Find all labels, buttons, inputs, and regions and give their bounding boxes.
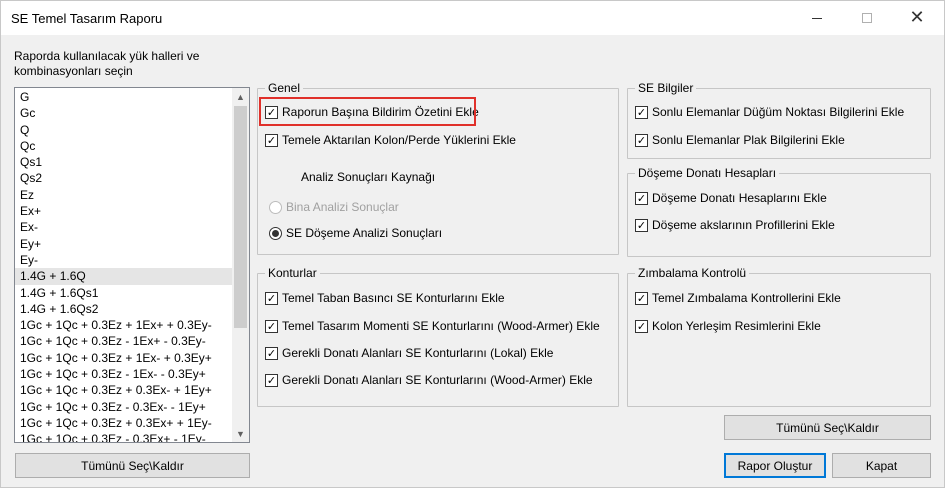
close-icon: ✕ [909,7,925,28]
opt-fe-node-info[interactable]: ✓ Sonlu Elemanlar Düğüm Noktası Bilgiler… [635,105,904,119]
opt-punching-checks-label: Temel Zımbalama Kontrollerini Ekle [652,291,841,305]
opt-fe-plate-info-label: Sonlu Elemanlar Plak Bilgilerini Ekle [652,133,845,147]
opt-base-pressure-contours-label: Temel Taban Basıncı SE Konturlarını Ekle [282,291,505,305]
scroll-up-icon[interactable]: ▲ [232,88,249,105]
list-item[interactable]: G [15,89,232,105]
list-item[interactable]: Ey+ [15,236,232,252]
load-cases-caption: Raporda kullanılacak yük halleri ve komb… [14,49,200,78]
checkbox-icon[interactable]: ✓ [635,218,648,232]
select-all-right-button[interactable]: Tümünü Seç\Kaldır [724,415,931,440]
radio-icon [269,200,282,214]
se-bilgiler-group: SE Bilgiler [627,81,931,159]
list-item[interactable]: Qs2 [15,170,232,186]
checkbox-icon[interactable]: ✓ [635,105,648,119]
checkbox-icon[interactable]: ✓ [635,133,648,147]
minimize-icon [812,17,822,19]
opt-rebar-local-contours-label: Gerekli Donatı Alanları SE Konturlarını … [282,346,554,360]
list-item[interactable]: 1.4G + 1.6Q [15,268,232,285]
list-item[interactable]: Qs1 [15,154,232,170]
radio-se-slab-analysis[interactable]: SE Döşeme Analizi Sonuçları [269,226,442,240]
list-item[interactable]: 1Gc + 1Qc + 0.3Ez - 1Ex- - 0.3Ey+ [15,366,232,382]
checkbox-icon[interactable]: ✓ [635,191,648,205]
list-item[interactable]: 1Gc + 1Qc + 0.3Ez + 1Ex+ + 0.3Ey- [15,317,232,333]
list-item[interactable]: 1Gc + 1Qc + 0.3Ez + 1Ex- + 0.3Ey+ [15,350,232,366]
checkbox-icon[interactable]: ✓ [265,291,278,305]
list-item[interactable]: Gc [15,105,232,121]
select-all-left-button[interactable]: Tümünü Seç\Kaldır [15,453,250,478]
analysis-source-label: Analiz Sonuçları Kaynağı [301,170,436,184]
opt-fe-node-info-label: Sonlu Elemanlar Düğüm Noktası Bilgilerin… [652,105,905,119]
opt-design-moment-contours-label: Temel Tasarım Momenti SE Konturlarını (W… [282,319,600,333]
list-item[interactable]: Q [15,122,232,138]
radio-icon[interactable] [269,226,282,240]
opt-rebar-woodarmer-contours[interactable]: ✓ Gerekli Donatı Alanları SE Konturların… [265,373,593,387]
opt-rebar-woodarmer-contours-label: Gerekli Donatı Alanları SE Konturlarını … [282,373,593,387]
maximize-icon [862,13,872,23]
list-item[interactable]: Ey- [15,252,232,268]
scroll-thumb[interactable] [234,106,247,328]
checkbox-icon[interactable]: ✓ [635,319,648,333]
radio-building-analysis: Bina Analizi Sonuçlar [269,200,399,214]
list-item[interactable]: 1Gc + 1Qc + 0.3Ez + 0.3Ex- + 1Ey+ [15,382,232,398]
minimize-button[interactable] [794,1,840,35]
close-window-button[interactable]: ✕ [894,1,940,35]
window-title: SE Temel Tasarım Raporu [11,11,163,26]
opt-slab-axis-profiles[interactable]: ✓ Döşeme akslarının Profillerini Ekle [635,218,835,232]
opt-slab-axis-profiles-label: Döşeme akslarının Profillerini Ekle [652,218,835,232]
opt-column-loads-label: Temele Aktarılan Kolon/Perde Yüklerini E… [282,133,516,147]
list-item[interactable]: Ez [15,187,232,203]
checkbox-icon[interactable]: ✓ [265,319,278,333]
opt-slab-rebar-calc-label: Döşeme Donatı Hesaplarını Ekle [652,191,827,205]
report-dialog: SE Temel Tasarım Raporu ✕ Raporda kullan… [0,0,945,488]
list-item[interactable]: 1.4G + 1.6Qs1 [15,285,232,301]
doseme-group: Döşeme Donatı Hesapları [627,166,931,257]
highlight-box [259,97,476,126]
opt-slab-rebar-calc[interactable]: ✓ Döşeme Donatı Hesaplarını Ekle [635,191,827,205]
list-item[interactable]: 1Gc + 1Qc + 0.3Ez - 0.3Ex+ - 1Ey- [15,431,232,442]
list-item[interactable]: Qc [15,138,232,154]
list-item[interactable]: 1.4G + 1.6Qs2 [15,301,232,317]
list-item[interactable]: 1Gc + 1Qc + 0.3Ez - 0.3Ex- - 1Ey+ [15,399,232,415]
opt-rebar-local-contours[interactable]: ✓ Gerekli Donatı Alanları SE Konturların… [265,346,553,360]
list-scrollbar[interactable]: ▲ ▼ [232,88,249,442]
doseme-group-title: Döşeme Donatı Hesapları [635,166,780,180]
title-bar: SE Temel Tasarım Raporu ✕ [1,1,944,35]
list-item[interactable]: 1Gc + 1Qc + 0.3Ez + 0.3Ex+ + 1Ey- [15,415,232,431]
opt-design-moment-contours[interactable]: ✓ Temel Tasarım Momenti SE Konturlarını … [265,319,600,333]
opt-column-layout-images-label: Kolon Yerleşim Resimlerini Ekle [652,319,821,333]
radio-se-slab-analysis-label: SE Döşeme Analizi Sonuçları [286,226,443,240]
checkbox-icon[interactable]: ✓ [635,291,648,305]
genel-group-title: Genel [265,81,304,95]
opt-base-pressure-contours[interactable]: ✓ Temel Taban Basıncı SE Konturlarını Ek… [265,291,505,305]
list-item[interactable]: Ex+ [15,203,232,219]
se-bilgiler-group-title: SE Bilgiler [635,81,697,95]
zimbalama-group-title: Zımbalama Kontrolü [635,266,750,280]
maximize-button [844,1,890,35]
scroll-down-icon[interactable]: ▼ [232,425,249,442]
radio-building-analysis-label: Bina Analizi Sonuçlar [286,200,399,214]
create-report-button[interactable]: Rapor Oluştur [724,453,826,478]
opt-punching-checks[interactable]: ✓ Temel Zımbalama Kontrollerini Ekle [635,291,841,305]
load-cases-items: G Gc Q Qc Qs1 Qs2 Ez Ex+ Ex- Ey+ Ey- 1.4G + 1.6Q 1.4… [15,89,232,442]
opt-column-layout-images[interactable]: ✓ Kolon Yerleşim Resimlerini Ekle [635,319,821,333]
list-item[interactable]: Ex- [15,219,232,235]
close-button[interactable]: Kapat [832,453,931,478]
opt-column-loads[interactable]: ✓ Temele Aktarılan Kolon/Perde Yüklerini… [265,133,516,147]
konturlar-group-title: Konturlar [265,266,320,280]
checkbox-icon[interactable]: ✓ [265,346,278,360]
list-item[interactable]: 1Gc + 1Qc + 0.3Ez - 1Ex+ - 0.3Ey- [15,333,232,349]
radio-dot [272,229,279,237]
load-cases-list[interactable]: G Gc Q Qc Qs1 Qs2 Ez Ex+ Ex- Ey+ Ey- 1.4G + 1.6Q 1.4… [14,87,250,443]
checkbox-icon[interactable]: ✓ [265,373,278,387]
opt-fe-plate-info[interactable]: ✓ Sonlu Elemanlar Plak Bilgilerini Ekle [635,133,845,147]
checkbox-icon[interactable]: ✓ [265,133,278,147]
